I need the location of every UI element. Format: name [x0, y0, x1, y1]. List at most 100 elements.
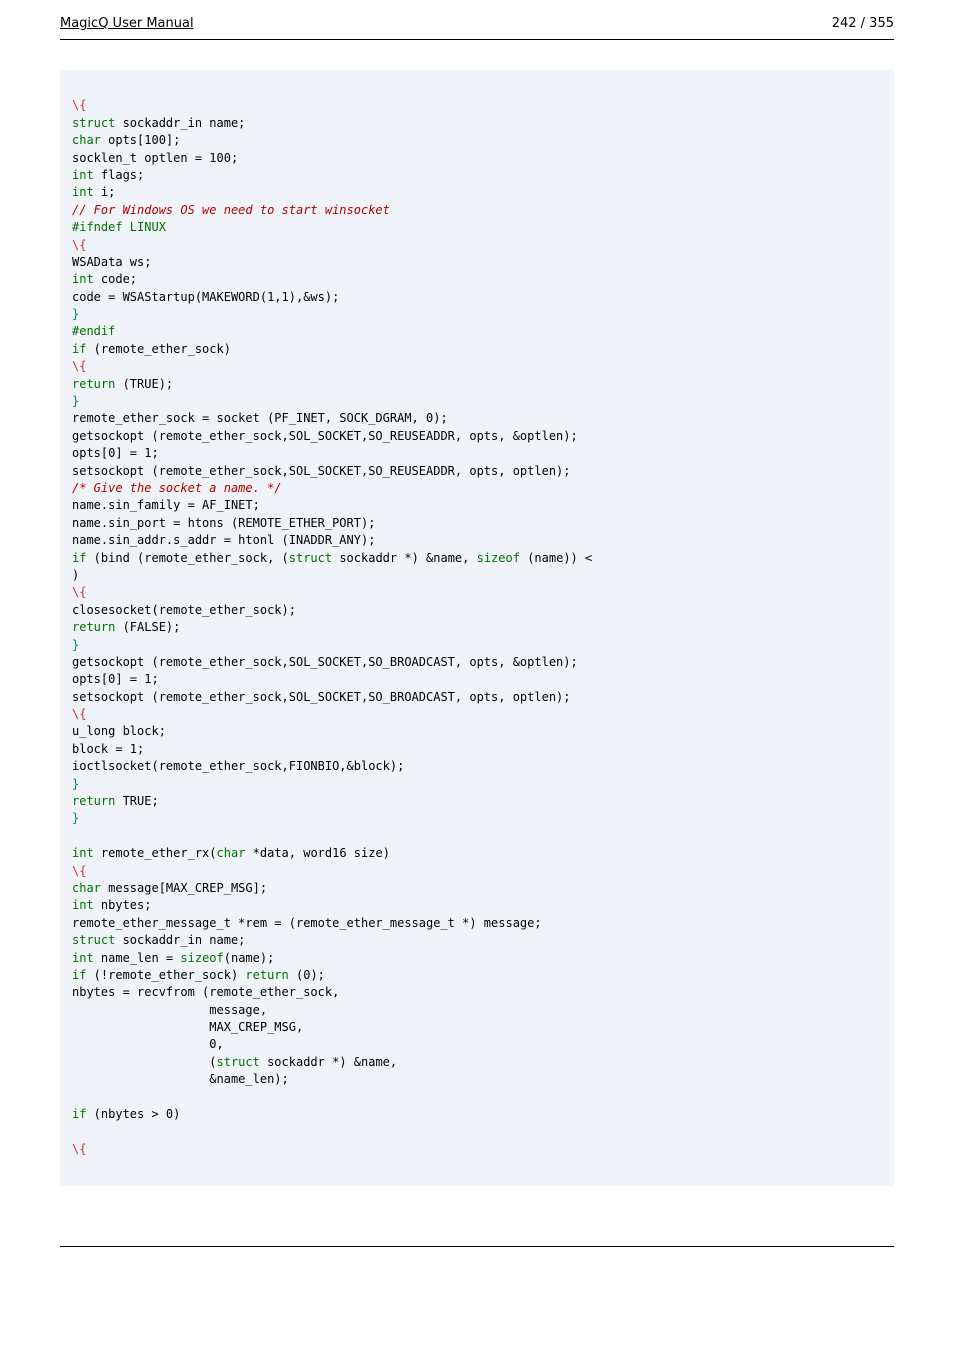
- code-line: socklen_t optlen = 100;: [72, 151, 238, 165]
- code-token: int: [72, 185, 94, 199]
- code-token: char: [217, 846, 246, 860]
- code-token: remote_ether_message_t *rem = (remote_et…: [72, 916, 542, 930]
- code-line: #endif: [72, 324, 115, 338]
- code-token: \{: [72, 707, 86, 721]
- code-line: &name_len);: [72, 1072, 289, 1086]
- code-line: MAX_CREP_MSG,: [72, 1020, 303, 1034]
- code-line: return (TRUE);: [72, 377, 173, 391]
- code-line: \{: [72, 1142, 86, 1156]
- page: MagicQ User Manual 242 / 355 \{ struct s…: [0, 0, 954, 1350]
- code-line: return (FALSE);: [72, 620, 180, 634]
- code-line: \{: [72, 238, 86, 252]
- code-token: nbytes;: [94, 898, 152, 912]
- code-token: struct: [217, 1055, 260, 1069]
- code-token: #ifndef LINUX: [72, 220, 166, 234]
- code-token: return: [72, 377, 115, 391]
- code-line: ioctlsocket(remote_ether_sock,FIONBIO,&b…: [72, 759, 404, 773]
- code-line: 0,: [72, 1037, 224, 1051]
- code-token: int: [72, 168, 94, 182]
- code-line: setsockopt (remote_ether_sock,SOL_SOCKET…: [72, 690, 571, 704]
- code-line: }: [72, 307, 79, 321]
- code-line: if (bind (remote_ether_sock, (struct soc…: [72, 551, 592, 565]
- code-line: }: [72, 777, 79, 791]
- code-token: name.sin_family = AF_INET;: [72, 498, 260, 512]
- code-token: \{: [72, 98, 86, 112]
- code-token: if: [72, 1107, 86, 1121]
- code-token: opts[0] = 1;: [72, 446, 159, 460]
- code-line: int name_len = sizeof(name);: [72, 951, 274, 965]
- code-line: block = 1;: [72, 742, 144, 756]
- code-line: u_long block;: [72, 724, 166, 738]
- code-token: int: [72, 272, 94, 286]
- code-token: getsockopt (remote_ether_sock,SOL_SOCKET…: [72, 655, 578, 669]
- code-token: (nbytes > 0): [86, 1107, 180, 1121]
- code-token: MAX_CREP_MSG,: [72, 1020, 303, 1034]
- code-token: if: [72, 551, 86, 565]
- code-line: }: [72, 811, 79, 825]
- code-token: (remote_ether_sock): [86, 342, 231, 356]
- code-token: int: [72, 951, 94, 965]
- code-token: struct: [289, 551, 332, 565]
- code-line: message,: [72, 1003, 267, 1017]
- code-token: block = 1;: [72, 742, 144, 756]
- code-token: (0);: [289, 968, 325, 982]
- code-line: \{: [72, 359, 86, 373]
- code-token: return: [72, 794, 115, 808]
- code-line: (struct sockaddr *) &name,: [72, 1055, 397, 1069]
- code-token: (name);: [224, 951, 275, 965]
- code-token: *data, word16 size): [245, 846, 390, 860]
- code-line: closesocket(remote_ether_sock);: [72, 603, 296, 617]
- code-token: code = WSAStartup(MAKEWORD(1,1),&ws);: [72, 290, 339, 304]
- code-token: sizeof: [180, 951, 223, 965]
- code-token: remote_ether_sock = socket (PF_INET, SOC…: [72, 411, 448, 425]
- code-line: int i;: [72, 185, 115, 199]
- code-line: #ifndef LINUX: [72, 220, 166, 234]
- code-token: }: [72, 394, 79, 408]
- code-token: sockaddr *) &name,: [332, 551, 477, 565]
- code-token: flags;: [94, 168, 145, 182]
- code-line: \{: [72, 98, 86, 112]
- code-line: \{: [72, 707, 86, 721]
- code-line: if (nbytes > 0): [72, 1107, 180, 1121]
- code-line: name.sin_port = htons (REMOTE_ETHER_PORT…: [72, 516, 375, 530]
- code-line: // For Windows OS we need to start winso…: [72, 203, 390, 217]
- code-token: int: [72, 846, 94, 860]
- code-line: int flags;: [72, 168, 144, 182]
- code-token: }: [72, 811, 79, 825]
- code-token: if: [72, 342, 86, 356]
- code-token: sockaddr *) &name,: [260, 1055, 397, 1069]
- code-line: nbytes = recvfrom (remote_ether_sock,: [72, 985, 339, 999]
- code-token: 0,: [72, 1037, 224, 1051]
- code-token: opts[0] = 1;: [72, 672, 159, 686]
- code-token: int: [72, 898, 94, 912]
- code-line: int nbytes;: [72, 898, 151, 912]
- code-token: remote_ether_rx(: [94, 846, 217, 860]
- code-token: setsockopt (remote_ether_sock,SOL_SOCKET…: [72, 690, 571, 704]
- code-line: name.sin_family = AF_INET;: [72, 498, 260, 512]
- page-header: MagicQ User Manual 242 / 355: [0, 0, 954, 35]
- code-line: setsockopt (remote_ether_sock,SOL_SOCKET…: [72, 464, 571, 478]
- code-token: return: [245, 968, 288, 982]
- code-line: remote_ether_message_t *rem = (remote_et…: [72, 916, 542, 930]
- code-line: code = WSAStartup(MAKEWORD(1,1),&ws);: [72, 290, 339, 304]
- footer-rule: [60, 1246, 894, 1247]
- code-token: struct: [72, 933, 115, 947]
- code-token: (bind (remote_ether_sock, (: [86, 551, 288, 565]
- code-line: return TRUE;: [72, 794, 159, 808]
- code-token: message[MAX_CREP_MSG];: [101, 881, 267, 895]
- code-token: i;: [94, 185, 116, 199]
- code-token: sockaddr_in name;: [115, 116, 245, 130]
- code-token: return: [72, 620, 115, 634]
- code-line: }: [72, 638, 79, 652]
- code-token: }: [72, 638, 79, 652]
- code-line: if (!remote_ether_sock) return (0);: [72, 968, 325, 982]
- code-token: getsockopt (remote_ether_sock,SOL_SOCKET…: [72, 429, 578, 443]
- code-line: if (remote_ether_sock): [72, 342, 231, 356]
- code-line: getsockopt (remote_ether_sock,SOL_SOCKET…: [72, 429, 578, 443]
- code-line: }: [72, 394, 79, 408]
- header-rule: [60, 39, 894, 40]
- code-token: char: [72, 881, 101, 895]
- code-token: name.sin_port = htons (REMOTE_ETHER_PORT…: [72, 516, 375, 530]
- code-token: TRUE;: [115, 794, 158, 808]
- code-line: struct sockaddr_in name;: [72, 116, 245, 130]
